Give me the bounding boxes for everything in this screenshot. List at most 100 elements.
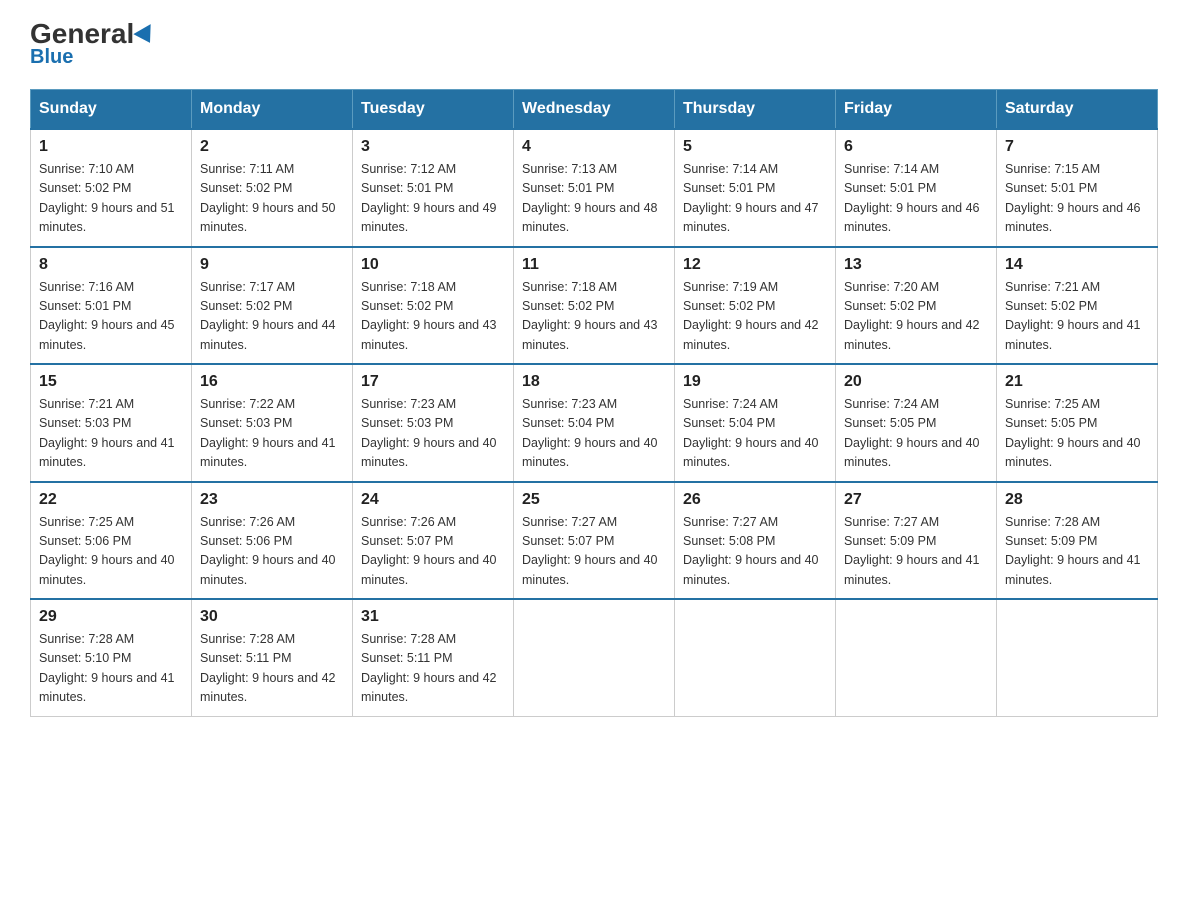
weekday-header-friday: Friday [836,90,997,130]
day-info: Sunrise: 7:18 AMSunset: 5:02 PMDaylight:… [522,278,666,356]
day-info: Sunrise: 7:16 AMSunset: 5:01 PMDaylight:… [39,278,183,356]
logo-blue-text: Blue [30,46,73,69]
day-info: Sunrise: 7:27 AMSunset: 5:09 PMDaylight:… [844,513,988,591]
day-info: Sunrise: 7:14 AMSunset: 5:01 PMDaylight:… [683,160,827,238]
calendar-cell [675,599,836,716]
day-number: 9 [200,256,344,274]
calendar-cell: 13 Sunrise: 7:20 AMSunset: 5:02 PMDayligh… [836,247,997,365]
calendar-header-row: SundayMondayTuesdayWednesdayThursdayFrid… [31,90,1158,130]
day-info: Sunrise: 7:28 AMSunset: 5:11 PMDaylight:… [361,630,505,708]
day-info: Sunrise: 7:25 AMSunset: 5:05 PMDaylight:… [1005,395,1149,473]
logo: General Blue [30,20,156,69]
calendar-cell: 20 Sunrise: 7:24 AMSunset: 5:05 PMDayligh… [836,364,997,482]
calendar-cell: 25Sunrise: 7:27 AMSunset: 5:07 PMDayligh… [514,482,675,600]
calendar-cell: 12 Sunrise: 7:19 AMSunset: 5:02 PMDayligh… [675,247,836,365]
calendar-cell: 9 Sunrise: 7:17 AMSunset: 5:02 PMDaylight… [192,247,353,365]
day-info: Sunrise: 7:27 AMSunset: 5:07 PMDaylight:… [522,513,666,591]
calendar-cell: 14 Sunrise: 7:21 AMSunset: 5:02 PMDayligh… [997,247,1158,365]
day-info: Sunrise: 7:22 AMSunset: 5:03 PMDaylight:… [200,395,344,473]
day-number: 26 [683,491,827,509]
day-info: Sunrise: 7:19 AMSunset: 5:02 PMDaylight:… [683,278,827,356]
day-number: 27 [844,491,988,509]
day-number: 24 [361,491,505,509]
day-number: 22 [39,491,183,509]
day-info: Sunrise: 7:23 AMSunset: 5:04 PMDaylight:… [522,395,666,473]
day-info: Sunrise: 7:28 AMSunset: 5:09 PMDaylight:… [1005,513,1149,591]
day-number: 13 [844,256,988,274]
day-info: Sunrise: 7:24 AMSunset: 5:04 PMDaylight:… [683,395,827,473]
day-number: 4 [522,138,666,156]
calendar-cell: 22 Sunrise: 7:25 AMSunset: 5:06 PMDayligh… [31,482,192,600]
calendar-cell [836,599,997,716]
weekday-header-tuesday: Tuesday [353,90,514,130]
day-number: 11 [522,256,666,274]
calendar-cell: 11 Sunrise: 7:18 AMSunset: 5:02 PMDayligh… [514,247,675,365]
weekday-header-thursday: Thursday [675,90,836,130]
day-info: Sunrise: 7:10 AMSunset: 5:02 PMDaylight:… [39,160,183,238]
day-info: Sunrise: 7:21 AMSunset: 5:02 PMDaylight:… [1005,278,1149,356]
calendar-cell: 1 Sunrise: 7:10 AMSunset: 5:02 PMDaylight… [31,129,192,247]
day-number: 21 [1005,373,1149,391]
calendar-cell [514,599,675,716]
day-info: Sunrise: 7:23 AMSunset: 5:03 PMDaylight:… [361,395,505,473]
weekday-header-wednesday: Wednesday [514,90,675,130]
calendar-week-row: 29 Sunrise: 7:28 AMSunset: 5:10 PMDayligh… [31,599,1158,716]
calendar-cell: 28Sunrise: 7:28 AMSunset: 5:09 PMDayligh… [997,482,1158,600]
day-number: 7 [1005,138,1149,156]
calendar-cell: 23 Sunrise: 7:26 AMSunset: 5:06 PMDayligh… [192,482,353,600]
day-info: Sunrise: 7:26 AMSunset: 5:06 PMDaylight:… [200,513,344,591]
calendar-cell: 24 Sunrise: 7:26 AMSunset: 5:07 PMDayligh… [353,482,514,600]
calendar-cell: 16 Sunrise: 7:22 AMSunset: 5:03 PMDayligh… [192,364,353,482]
day-number: 8 [39,256,183,274]
day-info: Sunrise: 7:20 AMSunset: 5:02 PMDaylight:… [844,278,988,356]
day-number: 12 [683,256,827,274]
day-number: 15 [39,373,183,391]
calendar-cell: 18 Sunrise: 7:23 AMSunset: 5:04 PMDayligh… [514,364,675,482]
day-number: 29 [39,608,183,626]
day-number: 17 [361,373,505,391]
calendar-cell: 4 Sunrise: 7:13 AMSunset: 5:01 PMDaylight… [514,129,675,247]
day-info: Sunrise: 7:26 AMSunset: 5:07 PMDaylight:… [361,513,505,591]
day-info: Sunrise: 7:13 AMSunset: 5:01 PMDaylight:… [522,160,666,238]
day-number: 3 [361,138,505,156]
calendar-cell: 21 Sunrise: 7:25 AMSunset: 5:05 PMDayligh… [997,364,1158,482]
day-info: Sunrise: 7:11 AMSunset: 5:02 PMDaylight:… [200,160,344,238]
calendar-week-row: 22 Sunrise: 7:25 AMSunset: 5:06 PMDayligh… [31,482,1158,600]
weekday-header-monday: Monday [192,90,353,130]
calendar-cell: 7Sunrise: 7:15 AMSunset: 5:01 PMDaylight… [997,129,1158,247]
calendar-cell: 19 Sunrise: 7:24 AMSunset: 5:04 PMDayligh… [675,364,836,482]
day-info: Sunrise: 7:24 AMSunset: 5:05 PMDaylight:… [844,395,988,473]
calendar-cell: 10 Sunrise: 7:18 AMSunset: 5:02 PMDayligh… [353,247,514,365]
day-number: 19 [683,373,827,391]
calendar-week-row: 15Sunrise: 7:21 AMSunset: 5:03 PMDayligh… [31,364,1158,482]
calendar-cell: 30Sunrise: 7:28 AMSunset: 5:11 PMDayligh… [192,599,353,716]
day-number: 23 [200,491,344,509]
calendar-cell [997,599,1158,716]
day-info: Sunrise: 7:17 AMSunset: 5:02 PMDaylight:… [200,278,344,356]
calendar-cell: 3 Sunrise: 7:12 AMSunset: 5:01 PMDaylight… [353,129,514,247]
day-info: Sunrise: 7:12 AMSunset: 5:01 PMDaylight:… [361,160,505,238]
calendar-cell: 8 Sunrise: 7:16 AMSunset: 5:01 PMDaylight… [31,247,192,365]
calendar-cell: 27 Sunrise: 7:27 AMSunset: 5:09 PMDayligh… [836,482,997,600]
weekday-header-saturday: Saturday [997,90,1158,130]
day-info: Sunrise: 7:14 AMSunset: 5:01 PMDaylight:… [844,160,988,238]
calendar-week-row: 8 Sunrise: 7:16 AMSunset: 5:01 PMDaylight… [31,247,1158,365]
logo-triangle-icon [134,24,159,48]
day-number: 14 [1005,256,1149,274]
day-number: 6 [844,138,988,156]
day-info: Sunrise: 7:25 AMSunset: 5:06 PMDaylight:… [39,513,183,591]
logo-general-text: General [30,20,156,48]
calendar-cell: 31Sunrise: 7:28 AMSunset: 5:11 PMDayligh… [353,599,514,716]
day-number: 1 [39,138,183,156]
page-header: General Blue [30,20,1158,69]
day-number: 30 [200,608,344,626]
day-info: Sunrise: 7:18 AMSunset: 5:02 PMDaylight:… [361,278,505,356]
day-number: 16 [200,373,344,391]
day-number: 18 [522,373,666,391]
weekday-header-sunday: Sunday [31,90,192,130]
day-number: 20 [844,373,988,391]
day-info: Sunrise: 7:28 AMSunset: 5:10 PMDaylight:… [39,630,183,708]
calendar-cell: 29 Sunrise: 7:28 AMSunset: 5:10 PMDayligh… [31,599,192,716]
day-number: 10 [361,256,505,274]
calendar-cell: 5Sunrise: 7:14 AMSunset: 5:01 PMDaylight… [675,129,836,247]
